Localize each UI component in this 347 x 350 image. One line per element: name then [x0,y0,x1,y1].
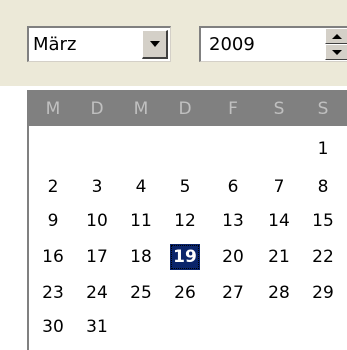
weekday-label: D [90,99,104,119]
weekday-label: M [133,99,149,119]
day-cell[interactable]: 21 [264,244,294,270]
day-cell[interactable]: 24 [82,280,112,306]
day-cell[interactable]: 27 [218,280,248,306]
day-cell[interactable]: 31 [82,314,112,340]
day-cell[interactable]: 26 [170,280,200,306]
month-value: März [33,34,77,55]
day-cell[interactable]: 14 [264,208,294,234]
day-cell[interactable]: 20 [218,244,248,270]
day-cell[interactable]: 7 [264,174,294,200]
day-cell[interactable]: 3 [82,174,112,200]
year-spin-buttons [325,28,347,61]
day-cell[interactable]: 4 [126,174,156,200]
arrow-down-icon [332,50,342,55]
weekday-label: D [178,99,192,119]
weekday-label: M [45,99,61,119]
day-cell[interactable]: 25 [126,280,156,306]
day-cell-selected[interactable]: 19 [170,244,200,270]
day-cell[interactable]: 6 [218,174,248,200]
day-cell[interactable]: 13 [218,208,248,234]
month-combobox[interactable]: März [27,26,171,62]
year-value: 2009 [209,34,255,55]
day-cell[interactable]: 11 [126,208,156,234]
year-decrement-button[interactable] [325,44,347,60]
day-cell[interactable]: 1 [308,136,338,162]
day-cell[interactable]: 22 [308,244,338,270]
day-cell[interactable]: 15 [308,208,338,234]
day-cell[interactable]: 28 [264,280,294,306]
day-cell[interactable]: 9 [38,208,68,234]
day-cell[interactable]: 23 [38,280,68,306]
year-increment-button[interactable] [325,28,347,44]
weekday-label: S [273,99,285,119]
day-cell[interactable]: 8 [308,174,338,200]
day-cell[interactable]: 17 [82,244,112,270]
weekday-header: MDMDFSS [29,92,347,126]
year-spinner[interactable]: 2009 [199,26,347,62]
day-cell[interactable]: 18 [126,244,156,270]
date-picker-panel: März 2009 MDMDFSS 1 2 3 4 5 6 7 8 9 10 11 12 13 14 15 1… [0,0,347,350]
day-cell[interactable]: 12 [170,208,200,234]
month-dropdown-button[interactable] [142,30,168,59]
weekday-label: S [317,99,329,119]
calendar-grid: MDMDFSS 1 2 3 4 5 6 7 8 9 10 11 12 13 14 15 16 17 18 19 20 2… [27,90,347,350]
day-cell[interactable]: 5 [170,174,200,200]
weekday-label: F [228,99,238,119]
day-cell[interactable]: 16 [38,244,68,270]
day-cell[interactable]: 30 [38,314,68,340]
day-cell[interactable]: 29 [308,280,338,306]
day-cell[interactable]: 10 [82,208,112,234]
arrow-up-icon [332,34,342,39]
day-cell[interactable]: 2 [38,174,68,200]
chevron-down-icon [150,41,160,47]
